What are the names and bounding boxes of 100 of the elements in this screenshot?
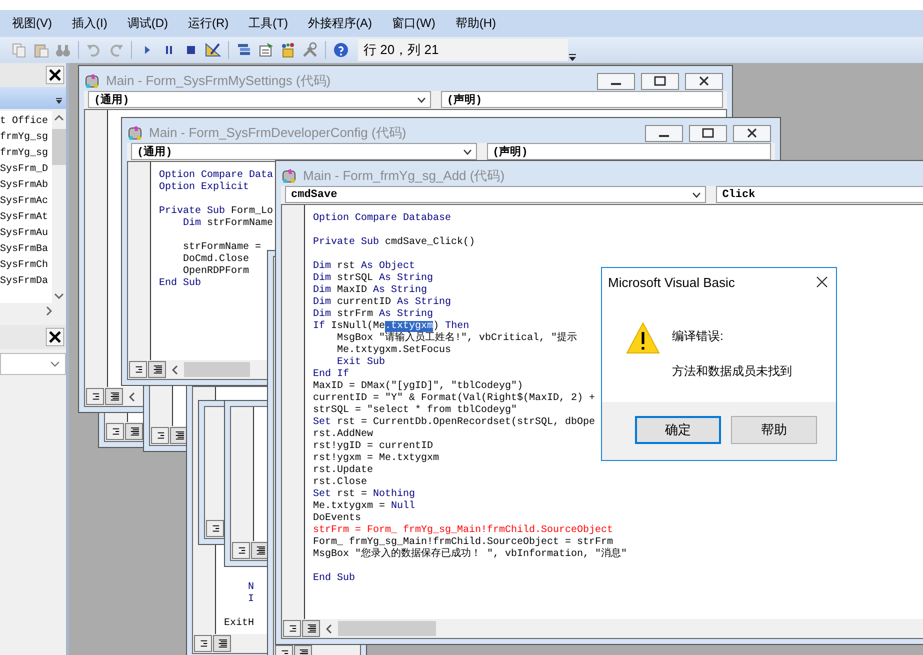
project-tree-item[interactable]: SysFrmAt: [0, 210, 48, 226]
scroll-down-icon[interactable]: [54, 293, 64, 299]
module-view-icon: [216, 639, 228, 648]
menu-item[interactable]: 窗口(W): [385, 12, 442, 35]
toolbar-options-icon[interactable]: [568, 52, 578, 62]
menu-item[interactable]: 视图(V): [5, 12, 59, 35]
procedure-view-button[interactable]: [206, 520, 224, 537]
project-tree-item[interactable]: SysFrmDa: [0, 274, 48, 290]
procedure-view-button[interactable]: [194, 635, 212, 652]
code-line: rst!ygxm = Me.txtygxm: [313, 453, 440, 464]
code-line: MsgBox "请输入员工姓名!", vbCritical, "提示: [336, 333, 578, 345]
project-tree-item[interactable]: SysFrmBa: [0, 242, 48, 258]
code-line: Dim strFormName: [182, 218, 274, 230]
code-line: Set rst = CurrentDb.OpenRecordset(strSQL, dbOpe: [313, 417, 596, 428]
menu-item[interactable]: 插入(I): [65, 12, 114, 35]
procedure-view-button[interactable]: [86, 388, 104, 405]
object-dropdown[interactable]: (通用): [131, 143, 477, 160]
vertical-scrollbar[interactable]: [52, 111, 66, 303]
scroll-thumb[interactable]: [338, 621, 436, 636]
procedure-view-button[interactable]: [106, 423, 124, 440]
tools-icon[interactable]: [302, 42, 318, 58]
code-line: Form_ frmYg_sg_Main!frmChild.SourceObject = strFrm: [313, 537, 614, 548]
project-tree-item[interactable]: SysFrmAu: [0, 226, 48, 242]
code-line: strFormName =: [182, 242, 262, 254]
dialog-button[interactable]: 帮助: [731, 416, 817, 444]
chevron-down-icon[interactable]: [416, 96, 426, 102]
procedure-dropdown[interactable]: (声明): [440, 91, 723, 108]
code-line: ExitH: [224, 618, 254, 630]
error-message: 方法和数据成员未找到: [672, 363, 792, 380]
chevron-down-icon[interactable]: [692, 192, 702, 198]
menu-item[interactable]: 运行(R): [181, 12, 236, 35]
close-icon[interactable]: [46, 328, 64, 346]
dialog-title: Microsoft Visual Basic: [608, 274, 735, 290]
project-tree-item[interactable]: SysFrmCh: [0, 258, 48, 274]
code-line: Option Compare Data: [159, 170, 274, 182]
module-view-button[interactable]: [125, 423, 143, 440]
procedure-view-button[interactable]: [129, 361, 147, 378]
scroll-thumb[interactable]: [52, 129, 66, 165]
object-dropdown[interactable]: cmdSave: [285, 186, 706, 203]
procedure-view-button[interactable]: [151, 427, 169, 444]
code-line: Dim rst As Object: [313, 261, 416, 272]
code-line: N: [247, 582, 254, 594]
procedure-dropdown[interactable]: (声明): [486, 143, 771, 160]
menu-item[interactable]: 帮助(H): [448, 12, 503, 35]
module-view-button[interactable]: [302, 620, 320, 637]
dialog-button[interactable]: 确定: [635, 416, 721, 444]
code-line: If IsNull(Me.txtygxm) Then: [313, 321, 470, 332]
dropdown-icon[interactable]: [55, 97, 63, 105]
menu-item[interactable]: 工具(T): [242, 12, 295, 35]
code-line: Dim strSQL As String: [313, 273, 434, 284]
scroll-left-icon[interactable]: [326, 624, 332, 634]
minimize-button[interactable]: [597, 72, 635, 90]
object-browser-icon[interactable]: [280, 42, 296, 58]
module-view-icon: [306, 624, 316, 633]
scroll-left-icon[interactable]: [129, 392, 135, 402]
code-line: Option Compare Database: [313, 213, 452, 225]
chevron-down-icon[interactable]: [462, 148, 472, 154]
project-explorer-icon[interactable]: [236, 42, 252, 58]
project-tree-item[interactable]: SysFrm_D: [0, 162, 48, 178]
form-icon: [84, 73, 100, 89]
code-line: Set rst = Nothing: [313, 489, 416, 500]
code-line: rst.AddNew: [313, 429, 374, 441]
module-view-button[interactable]: [148, 361, 166, 378]
code-line: rst.Update: [313, 465, 374, 476]
module-view-button[interactable]: [105, 388, 123, 405]
module-view-icon: [108, 392, 120, 401]
close-icon[interactable]: [816, 276, 828, 288]
procedure-view-button[interactable]: [283, 620, 301, 637]
module-view-button[interactable]: [213, 635, 231, 652]
procedure-dropdown[interactable]: Click: [716, 186, 923, 203]
code-line: Private Sub cmdSave_Click(): [313, 237, 476, 249]
close-button[interactable]: [733, 124, 771, 142]
restore-button[interactable]: [689, 124, 727, 142]
project-tree-item[interactable]: frmYg_sg: [0, 130, 48, 146]
scroll-up-icon[interactable]: [54, 115, 64, 121]
procedure-view-button[interactable]: [232, 542, 250, 559]
code-line: OpenRDPForm: [182, 266, 250, 278]
code-line: Me.txtygxm.SetFocus: [336, 345, 452, 356]
cursor-position: 行 20，列 21: [358, 39, 568, 61]
window-title: Main - Form_frmYg_sg_Add (代码): [303, 167, 505, 185]
menu-item[interactable]: 外接程序(A): [301, 12, 379, 35]
minimize-button[interactable]: [645, 124, 683, 142]
properties-icon[interactable]: [258, 42, 274, 58]
scroll-right-icon[interactable]: [46, 306, 52, 316]
code-line: Option Explicit: [159, 182, 250, 194]
menu-item[interactable]: 调试(D): [120, 12, 175, 35]
ruler-pencil-icon[interactable]: [204, 42, 221, 58]
object-dropdown[interactable]: (通用): [88, 91, 431, 108]
restore-button[interactable]: [641, 72, 679, 90]
project-tree-item[interactable]: SysFrmAb: [0, 178, 48, 194]
code-line: rst!ygID = currentID: [313, 441, 434, 453]
project-tree-item[interactable]: SysFrmAc: [0, 194, 48, 210]
scroll-left-icon[interactable]: [172, 364, 178, 374]
scroll-thumb[interactable]: [184, 362, 250, 377]
help-icon[interactable]: [332, 42, 349, 58]
project-tree-item[interactable]: t Office: [0, 114, 48, 130]
close-button[interactable]: [685, 72, 723, 90]
project-tree-item[interactable]: frmYg_sg: [0, 146, 48, 162]
module-view-icon: [128, 427, 140, 436]
close-icon[interactable]: [46, 66, 64, 84]
